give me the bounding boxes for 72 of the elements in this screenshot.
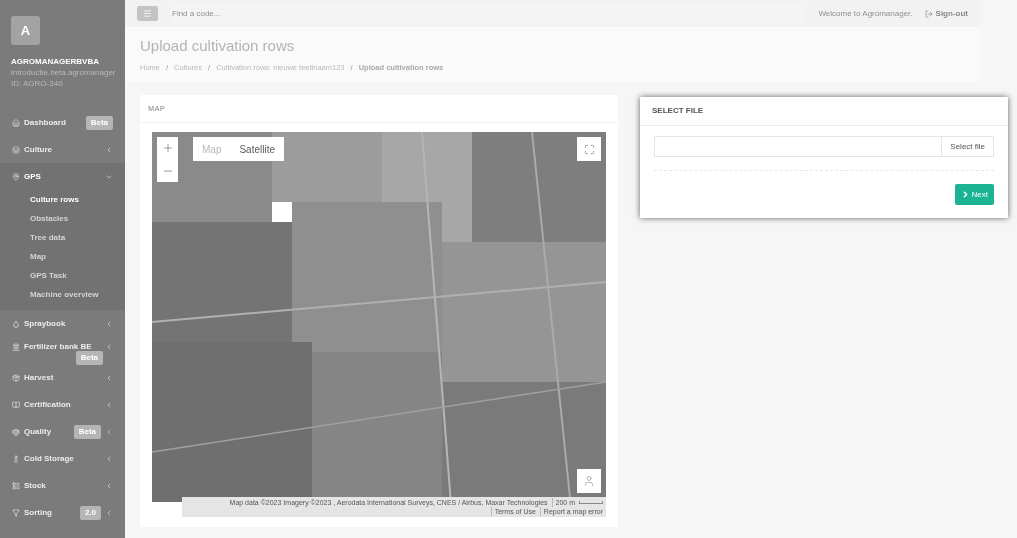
avatar: A [11, 16, 40, 45]
street-view-button[interactable] [577, 469, 601, 493]
nav-label: Fertilizer bank BE [24, 341, 92, 353]
map-type-tab[interactable]: Map [193, 137, 231, 161]
chevron-icon [105, 319, 113, 328]
next-button[interactable]: Next [954, 184, 994, 205]
chevron-icon [105, 400, 113, 409]
logout-icon [924, 9, 933, 18]
scale-icon [12, 427, 20, 436]
company-name: AGROMANAGERBVBA [11, 56, 100, 67]
chevron-icon [105, 145, 113, 154]
box-icon [12, 373, 20, 382]
fullscreen-button[interactable] [577, 137, 601, 161]
nav-label: Harvest [24, 371, 54, 384]
nav-subitem[interactable]: Tree data [0, 228, 125, 247]
nav-item[interactable]: GPS [0, 163, 125, 190]
nav-label: Quality [24, 425, 52, 438]
nav-item[interactable]: Harvest [0, 364, 125, 391]
list-icon [12, 481, 20, 490]
chevron-icon [105, 508, 113, 517]
nav-label: Spraybook [24, 317, 66, 330]
chevron-icon [105, 481, 113, 490]
nav-item[interactable]: Fertilizer bank BE Beta [0, 337, 125, 364]
badge: Beta [85, 115, 113, 130]
nav-label: Stock [24, 479, 46, 492]
nav-label: Culture [24, 143, 52, 156]
nav-item[interactable]: Spraybook [0, 310, 125, 337]
sign-out-link[interactable]: Sign-out [924, 7, 968, 20]
house-icon [12, 118, 20, 127]
badge: Beta [73, 424, 101, 439]
nav-subitem[interactable]: Obstacles [0, 209, 125, 228]
nav-item[interactable]: Stock [0, 472, 125, 499]
bank-icon [12, 343, 20, 351]
nav-label: Certification [24, 398, 71, 411]
fullscreen-icon [583, 143, 595, 155]
nav-subitem[interactable]: Culture rows [0, 190, 125, 209]
card-title: SELECT FILE [652, 105, 704, 117]
badge: 2.0 [79, 505, 101, 520]
nav-subitem[interactable]: Machine overview [0, 285, 125, 304]
zoom-in-icon[interactable] [161, 142, 174, 155]
chevron-icon [105, 343, 113, 351]
drop-icon [12, 319, 20, 328]
person-icon [583, 475, 595, 487]
badge: Beta [75, 351, 103, 365]
file-field[interactable]: Select file [654, 136, 994, 157]
select-file-button[interactable]: Select file [941, 137, 993, 156]
nav-label: Dashboard [24, 116, 66, 129]
scale-bar-icon [579, 501, 603, 504]
chevron-icon [105, 427, 113, 436]
welcome-text: Welcome to Agromanager. [818, 7, 913, 20]
nav-label: GPS [24, 170, 41, 183]
nav-subitem[interactable]: GPS Task [0, 266, 125, 285]
thermometer-icon [12, 454, 20, 463]
menu-icon [143, 9, 152, 18]
nav-label: Sorting [24, 506, 52, 519]
pin-icon [12, 172, 20, 181]
map-type-tab[interactable]: Satellite [230, 137, 285, 161]
nav-label: Cold Storage [24, 452, 74, 465]
page-title: Upload cultivation rows [140, 37, 296, 55]
filter-icon [12, 508, 20, 517]
nav-item[interactable]: Culture [0, 136, 125, 163]
chevron-icon [105, 454, 113, 463]
nav-item[interactable]: Cold Storage [0, 445, 125, 472]
nav-item[interactable]: Certification [0, 391, 125, 418]
menu-button[interactable] [137, 6, 158, 21]
chevron-icon [105, 373, 113, 382]
book-icon [12, 400, 20, 409]
nav-item[interactable]: Quality Beta [0, 418, 125, 445]
nav-subitem[interactable]: Map [0, 247, 125, 266]
layers-icon [12, 145, 20, 154]
nav-item[interactable]: Sorting 2.0 [0, 499, 125, 526]
nav-item[interactable]: Dashboard Beta [0, 109, 125, 136]
